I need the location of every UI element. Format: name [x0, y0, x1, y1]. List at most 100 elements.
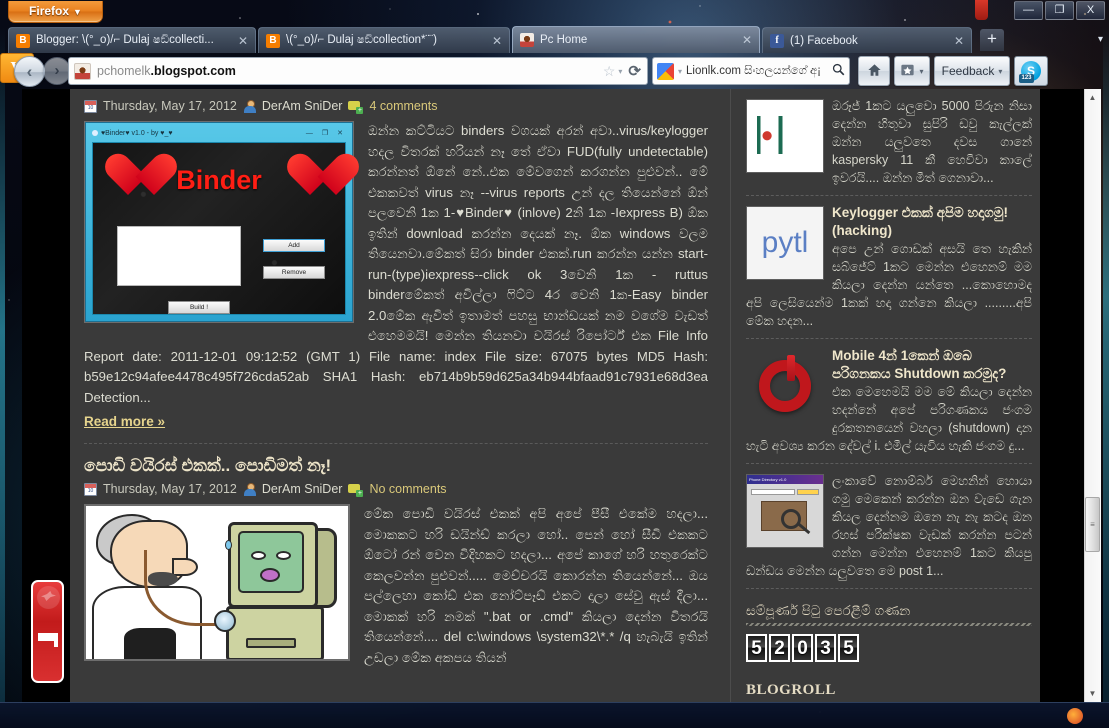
- user-icon: [243, 99, 256, 113]
- home-icon: [867, 63, 882, 80]
- chevron-down-icon[interactable]: ▾: [919, 67, 923, 76]
- counter-digit: 2: [769, 634, 790, 662]
- binder-app-window: ♥Binder♥ v1.0 - by ♥_♥ — ❐ ✕ Binder Add …: [85, 122, 353, 322]
- page-view-counter: 5 2 0 3 5: [746, 634, 1032, 662]
- sidebar-entry-keylogger[interactable]: pytl Keylogger එකක් අපිම හදාගමු! (hackin…: [746, 196, 1032, 339]
- pchome-icon: [520, 33, 534, 47]
- tab-title: Blogger: \(°_o)/⌐ Dulaj ෂඞිcollecti...: [36, 34, 214, 46]
- chevron-down-icon[interactable]: ▾: [618, 67, 622, 76]
- feedback-label: Feedback: [941, 64, 995, 78]
- forward-button[interactable]: ›: [43, 57, 71, 85]
- tab-strip: B Blogger: \(°_o)/⌐ Dulaj ෂඞිcollecti...…: [0, 26, 1109, 53]
- sidebar-column: ඔරූජ් 1කට යලුවො 5000 පිරුන නිසා දෙන්න හි…: [738, 89, 1040, 702]
- skype-button[interactable]: S 123: [1014, 56, 1048, 86]
- blogroll-heading: BLOGROLL: [746, 682, 836, 698]
- facebook-icon: f: [770, 33, 784, 48]
- url-text: pchomelk.blogspot.com: [97, 64, 597, 78]
- page-counter-heading: සම්පූර්ණ පිටු පෙරළීම් ගණන: [746, 603, 911, 618]
- counter-digit: 0: [792, 634, 813, 662]
- post-meta: Thursday, May 17, 2012 DerAm SniDer No c…: [84, 478, 708, 504]
- close-icon[interactable]: ✕: [237, 34, 249, 48]
- close-icon[interactable]: ✕: [741, 33, 753, 47]
- bookmark-star-icon[interactable]: ☆: [603, 63, 616, 80]
- navigation-toolbar: ‹ › pchomelk.blogspot.com ☆ ▾ ⟳ ▾ Lionlk…: [0, 53, 1109, 89]
- blog-page: Thursday, May 17, 2012 DerAm SniDer 4 co…: [22, 89, 1084, 702]
- column-divider: [730, 89, 731, 702]
- pc-face-mouth: [260, 568, 280, 582]
- stethoscope-chestpiece-icon: [214, 610, 236, 632]
- phone-directory-thumb: Phone Directory v1.0: [746, 474, 824, 548]
- page-viewport: Thursday, May 17, 2012 DerAm SniDer 4 co…: [22, 89, 1101, 702]
- url-host-suffix: .blogspot.com: [150, 64, 236, 78]
- page-scrollbar[interactable]: ▲ ≡ ▼: [1084, 89, 1101, 702]
- url-host-prefix: pchomelk: [97, 64, 151, 78]
- window-controls: — ❐ X: [1014, 1, 1105, 20]
- maximize-button[interactable]: ❐: [1045, 1, 1074, 20]
- home-button[interactable]: [858, 56, 890, 86]
- post-image-doctor-pc[interactable]: [84, 504, 350, 661]
- sidebar-entry-kaspersky[interactable]: ඔරූජ් 1කට යලුවො 5000 පිරුන නිසා දෙන්න හි…: [746, 89, 1032, 196]
- counter-digit: 3: [815, 634, 836, 662]
- calendar-icon: [84, 99, 97, 113]
- google-search-engine-icon: [657, 62, 674, 80]
- read-more-link[interactable]: Read more »: [84, 414, 165, 429]
- new-tab-button[interactable]: +: [980, 29, 1004, 51]
- back-button[interactable]: ‹: [14, 56, 45, 87]
- chevron-down-icon[interactable]: ▾: [678, 67, 682, 76]
- floating-red-badge[interactable]: [31, 580, 64, 683]
- post-comments-link[interactable]: No comments: [369, 482, 446, 496]
- skype-badge: 123: [1019, 74, 1034, 83]
- firefox-window: Firefox ▼ — ❐ X B Blogger: \(°_o)/⌐ Dulaj…: [0, 0, 1109, 728]
- binder-title-bar: ♥Binder♥ v1.0 - by ♥_♥ — ❐ ✕: [89, 126, 349, 140]
- comment-icon: [348, 100, 364, 114]
- browser-tab-blogger-1[interactable]: B Blogger: \(°_o)/⌐ Dulaj ෂඞිcollecti...…: [8, 27, 256, 53]
- search-input[interactable]: Lionlk.com සිංහලයන්ගේ අ¡: [686, 65, 828, 78]
- search-icon[interactable]: [832, 63, 845, 79]
- user-icon: [243, 482, 256, 496]
- address-bar[interactable]: pchomelk.blogspot.com ☆ ▾ ⟳: [68, 57, 648, 85]
- browser-tab-facebook[interactable]: f (1) Facebook ✕: [762, 27, 972, 53]
- minimize-button[interactable]: —: [1014, 1, 1043, 20]
- browser-tab-blogger-2[interactable]: B \(°_o)/⌐ Dulaj ෂඞිcollection*¨¨) ✕: [258, 27, 510, 53]
- pc-face-tear: [225, 540, 232, 550]
- binder-maximize-icon: ❐: [321, 130, 329, 137]
- search-bar[interactable]: ▾ Lionlk.com සිංහලයන්ගේ අ¡: [652, 57, 850, 85]
- firefox-menu-button[interactable]: Firefox ▼: [8, 1, 103, 23]
- post-author[interactable]: DerAm SniDer: [262, 99, 343, 113]
- blogger-icon: B: [16, 33, 30, 48]
- binder-app-icon: [92, 130, 98, 136]
- close-icon[interactable]: ✕: [953, 34, 965, 48]
- sidebar-entry-phone-directory[interactable]: Phone Directory v1.0 ලංකාවේ නොම්බර් මෙහන…: [746, 464, 1032, 589]
- post-comments-link[interactable]: 4 comments: [369, 99, 437, 113]
- close-icon[interactable]: ✕: [491, 34, 503, 48]
- firefox-taskbar-icon[interactable]: [1067, 708, 1083, 724]
- blog-post-2: පොඩි වයිරස් එකක්.. පොඩිමත් නෑ! Thursday,…: [84, 444, 708, 668]
- binder-build-button: Build !: [168, 301, 230, 314]
- post-title[interactable]: පොඩි වයිරස් එකක්.. පොඩිමත් නෑ!: [84, 444, 708, 478]
- post-author[interactable]: DerAm SniDer: [262, 482, 343, 496]
- taskbar: [0, 702, 1109, 728]
- post-image-binder-app[interactable]: ♥Binder♥ v1.0 - by ♥_♥ — ❐ ✕ Binder Add …: [84, 121, 354, 323]
- binder-file-list: [117, 226, 241, 286]
- close-button[interactable]: X: [1076, 1, 1105, 20]
- reload-icon[interactable]: ⟳: [628, 62, 643, 80]
- chevron-down-icon[interactable]: ▾: [998, 67, 1002, 76]
- pc-screen: [238, 531, 304, 593]
- bookmarks-button[interactable]: ▾: [894, 56, 930, 86]
- scroll-down-arrow-icon[interactable]: ▼: [1084, 685, 1101, 702]
- pytl-logo-thumb: pytl: [746, 206, 824, 280]
- post-meta: Thursday, May 17, 2012 DerAm SniDer 4 co…: [84, 95, 708, 121]
- feedback-button[interactable]: Feedback ▾: [934, 56, 1010, 86]
- binder-title-text: ♥Binder♥ v1.0 - by ♥_♥: [101, 129, 173, 137]
- phone-directory-field: [751, 489, 795, 495]
- sidebar-entry-shutdown[interactable]: Mobile 4න් 1කෙන් ඔබෙ පරිගනකය Shutdown කර…: [746, 339, 1032, 464]
- tab-list-chevron-down-icon[interactable]: ▾: [1098, 34, 1103, 45]
- scrollbar-thumb[interactable]: ≡: [1085, 497, 1100, 552]
- binder-remove-button: Remove: [263, 266, 325, 279]
- binder-canvas: Binder Add Remove Build !: [92, 142, 346, 315]
- browser-tab-pc-home[interactable]: Pc Home ✕: [512, 26, 760, 53]
- post-date: Thursday, May 17, 2012: [103, 99, 237, 113]
- power-icon: [759, 355, 811, 412]
- scroll-up-arrow-icon[interactable]: ▲: [1084, 89, 1101, 106]
- phone-directory-titlebar: Phone Directory v1.0: [747, 475, 823, 484]
